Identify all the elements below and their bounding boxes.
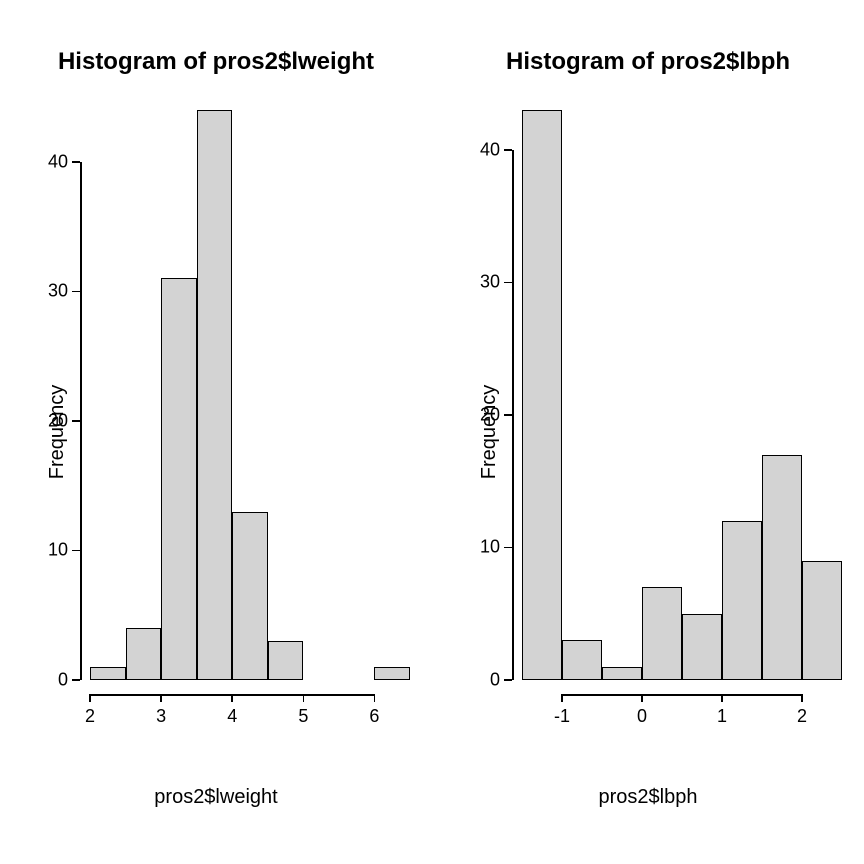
y-tick	[504, 679, 512, 681]
y-tick	[72, 420, 80, 422]
histogram-bar	[126, 628, 162, 680]
x-tick-label: -1	[554, 706, 570, 727]
histogram-lweight: Histogram of pros2$lweight Frequency pro…	[0, 0, 432, 864]
histogram-bar	[762, 455, 802, 680]
y-tick	[504, 414, 512, 416]
histogram-bar	[232, 512, 268, 680]
x-axis-line	[562, 694, 802, 696]
x-tick	[89, 694, 91, 702]
y-tick-label: 30	[28, 281, 68, 302]
y-tick-label: 40	[28, 151, 68, 172]
x-tick	[303, 694, 305, 702]
y-tick-label: 20	[28, 410, 68, 431]
histogram-bar	[562, 640, 602, 680]
x-tick-label: 2	[797, 706, 807, 727]
histogram-bar	[802, 561, 842, 680]
x-tick	[801, 694, 803, 702]
x-tick-label: 6	[369, 706, 379, 727]
y-tick	[504, 547, 512, 549]
y-tick-label: 40	[460, 139, 500, 160]
plot-area-left: 23456010203040	[90, 110, 410, 680]
x-tick-label: 5	[298, 706, 308, 727]
histogram-bar	[682, 614, 722, 680]
y-axis-line	[512, 150, 514, 680]
plot-area-right: -1012010203040	[522, 110, 842, 680]
y-tick	[72, 291, 80, 293]
y-axis-label-left: Frequency	[46, 385, 69, 480]
y-tick	[504, 282, 512, 284]
x-tick-label: 0	[637, 706, 647, 727]
x-axis-label-right: pros2$lbph	[432, 786, 864, 809]
histogram-bar	[268, 641, 304, 680]
chart-title-right: Histogram of pros2$lbph	[432, 48, 864, 76]
chart-title-left: Histogram of pros2$lweight	[0, 48, 432, 76]
x-tick	[231, 694, 233, 702]
histogram-bar	[90, 667, 126, 680]
y-axis-label-right: Frequency	[478, 385, 501, 480]
y-tick	[504, 149, 512, 151]
y-tick-label: 10	[28, 540, 68, 561]
x-tick-label: 1	[717, 706, 727, 727]
y-tick-label: 0	[460, 670, 500, 691]
histogram-bar	[374, 667, 410, 680]
x-tick-label: 4	[227, 706, 237, 727]
chart-canvas: Histogram of pros2$lweight Frequency pro…	[0, 0, 864, 864]
x-tick	[721, 694, 723, 702]
x-tick	[641, 694, 643, 702]
x-tick	[374, 694, 376, 702]
x-tick-label: 3	[156, 706, 166, 727]
y-tick-label: 20	[460, 404, 500, 425]
y-tick-label: 10	[460, 537, 500, 558]
histogram-bar	[197, 110, 233, 680]
histogram-bar	[642, 587, 682, 680]
y-axis-line	[80, 162, 82, 680]
y-tick-label: 30	[460, 272, 500, 293]
y-tick	[72, 550, 80, 552]
x-axis-label-left: pros2$lweight	[0, 786, 432, 809]
histogram-bar	[522, 110, 562, 680]
x-tick	[561, 694, 563, 702]
y-tick-label: 0	[28, 670, 68, 691]
x-tick-label: 2	[85, 706, 95, 727]
histogram-bar	[722, 521, 762, 680]
histogram-bar	[602, 667, 642, 680]
y-tick	[72, 679, 80, 681]
y-tick	[72, 161, 80, 163]
histogram-lbph: Histogram of pros2$lbph Frequency pros2$…	[432, 0, 864, 864]
x-tick	[160, 694, 162, 702]
histogram-bar	[161, 278, 197, 680]
